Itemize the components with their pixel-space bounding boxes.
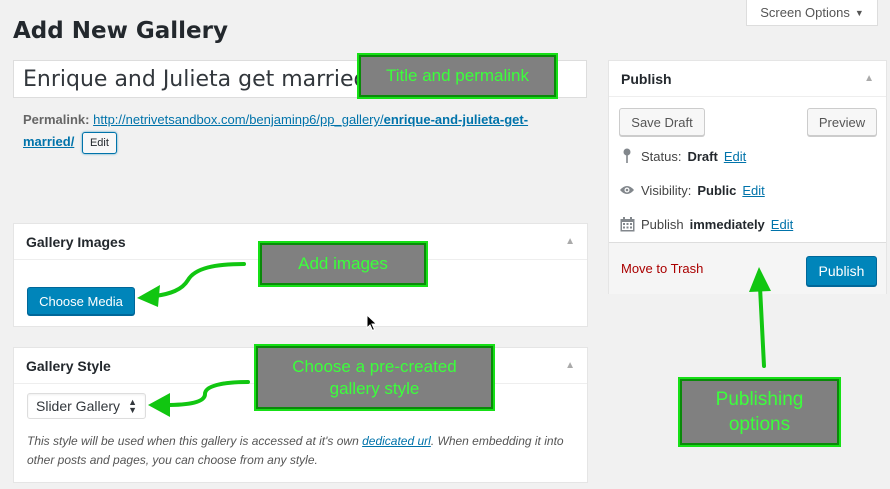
callout-publishing-line2: options [728, 414, 791, 435]
callout-publishing-options: Publishing options [678, 377, 841, 447]
callout-title-permalink: Title and permalink [357, 53, 558, 99]
mouse-cursor-icon [366, 314, 378, 332]
arrowhead-publish [749, 267, 771, 292]
arrow-to-choose-media [153, 262, 246, 298]
arrowhead-choose-media [137, 285, 160, 307]
arrowhead-style-select [148, 393, 170, 417]
arrow-to-publish [758, 285, 766, 368]
callout-gallery-style: Choose a pre-created gallery style [254, 344, 495, 411]
callout-add-images: Add images [258, 241, 428, 287]
callout-images-text: Add images [298, 254, 388, 273]
callout-publishing-line1: Publishing [715, 389, 804, 410]
arrow-to-style-select [163, 380, 250, 407]
callout-style-line2: gallery style [329, 378, 420, 398]
callout-title-text: Title and permalink [386, 66, 529, 85]
callout-style-line1: Choose a pre-created [292, 356, 457, 376]
